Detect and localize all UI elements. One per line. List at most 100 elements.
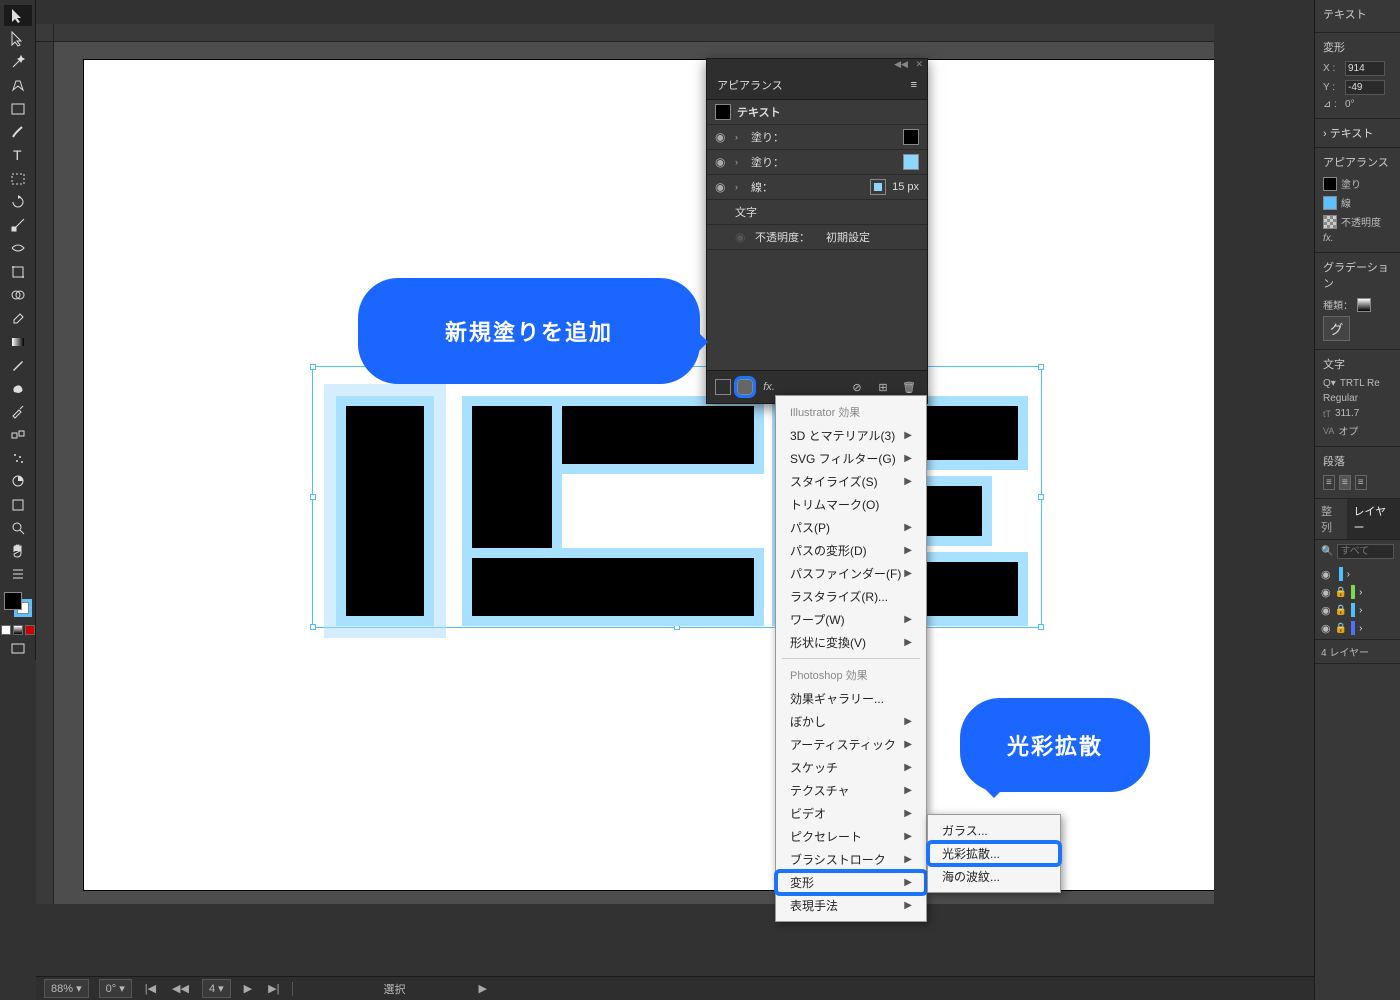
- artboard-number[interactable]: 4 ▾: [202, 979, 231, 998]
- font-size[interactable]: 311.7: [1335, 408, 1359, 419]
- scale-tool[interactable]: [4, 215, 32, 236]
- fx-menu-item[interactable]: アーティスティック▶: [776, 733, 926, 756]
- free-transform-tool[interactable]: [4, 261, 32, 282]
- layer-row[interactable]: ◉🔒›: [1315, 619, 1400, 637]
- mode-arrow[interactable]: ▶: [475, 982, 489, 995]
- gradient-tool[interactable]: [4, 331, 32, 352]
- selected-text-object[interactable]: [312, 366, 1042, 628]
- fx-menu-item[interactable]: パス(P)▶: [776, 516, 926, 539]
- fill-stroke-swatch[interactable]: [4, 592, 32, 617]
- fill-swatch[interactable]: [903, 129, 919, 145]
- fx-menu-item[interactable]: 3D とマテリアル(3)▶: [776, 424, 926, 447]
- gradient-swatch[interactable]: [1357, 298, 1371, 312]
- visibility-icon[interactable]: ◉: [735, 230, 749, 244]
- hand-tool[interactable]: [4, 540, 32, 561]
- fx-menu-item[interactable]: 効果ギャラリー...: [776, 687, 926, 710]
- fx-menu-item[interactable]: ピクセレート▶: [776, 825, 926, 848]
- font-name[interactable]: TRTL Re: [1340, 378, 1380, 389]
- fx-menu-item[interactable]: 表現手法▶: [776, 894, 926, 917]
- font-style[interactable]: Regular: [1323, 393, 1358, 404]
- layer-row[interactable]: ◉🔒›: [1315, 583, 1400, 601]
- fx-menu-item[interactable]: SVG フィルター(G)▶: [776, 447, 926, 470]
- align-buttons[interactable]: ≡ ≡ ≡: [1323, 473, 1392, 492]
- width-tool[interactable]: [4, 238, 32, 259]
- expand-icon[interactable]: ›: [735, 157, 745, 167]
- prev-artboard-button[interactable]: ◀◀: [169, 982, 192, 995]
- delete-button[interactable]: 🗑: [899, 377, 919, 397]
- layer-row[interactable]: ◉›: [1315, 565, 1400, 583]
- fx-menu-item[interactable]: スタイライズ(S)▶: [776, 470, 926, 493]
- duplicate-button[interactable]: ⊞: [873, 377, 893, 397]
- shape-builder-tool[interactable]: [4, 284, 32, 305]
- gradient-button[interactable]: グ: [1323, 316, 1350, 341]
- fx-mini-label[interactable]: fx.: [1323, 233, 1334, 244]
- fx-menu-item[interactable]: トリムマーク(O): [776, 493, 926, 516]
- fx-submenu-item[interactable]: ガラス...: [928, 819, 1060, 842]
- y-input[interactable]: [1345, 80, 1385, 95]
- kerning-value[interactable]: オプ: [1338, 423, 1358, 438]
- appearance-stroke-row[interactable]: ◉ › 線： 15 px: [707, 175, 927, 200]
- fx-menu-item[interactable]: ラスタライズ(R)...: [776, 585, 926, 608]
- fx-submenu-item[interactable]: 光彩拡散...: [928, 842, 1060, 865]
- blob-brush-tool[interactable]: [4, 378, 32, 399]
- zoom-tool[interactable]: [4, 517, 32, 538]
- new-fill-button[interactable]: [737, 379, 753, 395]
- fx-menu-item[interactable]: ブラシストローク▶: [776, 848, 926, 871]
- rectangle-tool[interactable]: [4, 98, 32, 119]
- rotate-tool[interactable]: [4, 191, 32, 212]
- column-graph-tool[interactable]: [4, 471, 32, 492]
- artboard-tool[interactable]: [4, 494, 32, 515]
- blend-tool[interactable]: [4, 424, 32, 445]
- visibility-icon[interactable]: ◉: [715, 155, 729, 169]
- layer-search[interactable]: [1337, 544, 1394, 559]
- appearance-fill-row-1[interactable]: ◉ › 塗り：: [707, 125, 927, 150]
- opacity-swatch-icon[interactable]: [1323, 215, 1337, 229]
- next-artboard-button[interactable]: ▶: [241, 982, 255, 995]
- fx-menu-item[interactable]: テクスチャ▶: [776, 779, 926, 802]
- pencil-tool[interactable]: [4, 354, 32, 375]
- text-more-section[interactable]: › テキスト: [1315, 119, 1400, 148]
- fx-menu-item[interactable]: ワープ(W)▶: [776, 608, 926, 631]
- clear-button[interactable]: ⊘: [847, 377, 867, 397]
- screen-mode-tool[interactable]: [4, 638, 32, 659]
- appearance-fill-row-2[interactable]: ◉ › 塗り：: [707, 150, 927, 175]
- layers-tab[interactable]: レイヤー: [1347, 499, 1400, 539]
- panel-menu-icon[interactable]: ≡: [911, 79, 917, 91]
- text-tab[interactable]: テキスト: [1323, 6, 1392, 22]
- effects-menu[interactable]: Illustrator 効果 3D とマテリアル(3)▶SVG フィルター(G)…: [775, 395, 927, 922]
- slice-tool[interactable]: [4, 564, 32, 585]
- last-artboard-button[interactable]: ▶|: [265, 982, 282, 995]
- direct-selection-tool[interactable]: [4, 28, 32, 49]
- align-tab[interactable]: 整列: [1315, 499, 1347, 539]
- appearance-object-row[interactable]: テキスト: [707, 100, 927, 125]
- line-tool[interactable]: [4, 168, 32, 189]
- fx-menu-item[interactable]: ぼかし▶: [776, 710, 926, 733]
- fx-menu-item[interactable]: スケッチ▶: [776, 756, 926, 779]
- rotation-dropdown[interactable]: 0° ▾: [99, 979, 132, 998]
- effects-submenu[interactable]: ガラス...光彩拡散...海の波紋...: [927, 814, 1061, 893]
- appearance-panel[interactable]: ◀◀ ✕ アピアランス ≡ テキスト ◉ › 塗り： ◉ › 塗り： ◉ › 線…: [706, 58, 928, 404]
- zoom-dropdown[interactable]: 88% ▾: [44, 979, 89, 998]
- visibility-icon[interactable]: ◉: [715, 130, 729, 144]
- fx-menu-item[interactable]: 変形▶: [776, 871, 926, 894]
- type-tool[interactable]: T: [4, 145, 32, 166]
- fill-swatch-icon[interactable]: [1323, 177, 1337, 191]
- opacity-value[interactable]: 初期設定: [826, 229, 870, 245]
- x-input[interactable]: [1345, 61, 1385, 76]
- new-stroke-button[interactable]: [715, 379, 731, 395]
- fill-swatch[interactable]: [903, 154, 919, 170]
- first-artboard-button[interactable]: |◀: [142, 982, 159, 995]
- angle-value[interactable]: 0°: [1345, 99, 1355, 110]
- fx-menu-item[interactable]: 形状に変換(V)▶: [776, 631, 926, 654]
- visibility-icon[interactable]: ◉: [715, 180, 729, 194]
- expand-icon[interactable]: ›: [735, 182, 745, 192]
- paintbrush-tool[interactable]: [4, 121, 32, 142]
- layer-row[interactable]: ◉🔒›: [1315, 601, 1400, 619]
- stroke-swatch-icon[interactable]: [1323, 196, 1337, 210]
- eyedropper-tool[interactable]: [4, 401, 32, 422]
- selection-tool[interactable]: [4, 5, 32, 26]
- fx-menu-item[interactable]: ビデオ▶: [776, 802, 926, 825]
- stroke-swatch[interactable]: [870, 179, 886, 195]
- fx-button[interactable]: fx.: [759, 377, 779, 397]
- expand-icon[interactable]: ›: [735, 132, 745, 142]
